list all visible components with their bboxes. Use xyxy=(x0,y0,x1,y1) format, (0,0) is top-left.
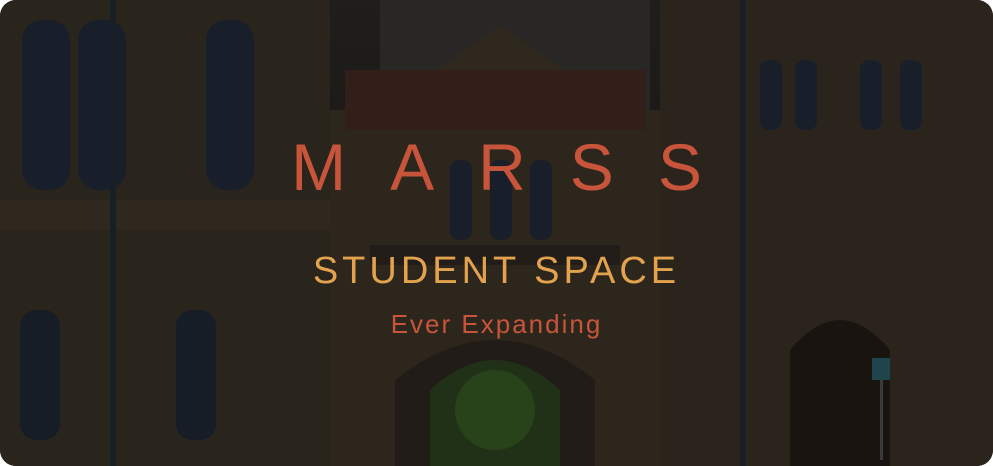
hero-text: MARSS STUDENT SPACE Ever Expanding xyxy=(0,0,993,466)
hero-banner: MARSS STUDENT SPACE Ever Expanding xyxy=(0,0,993,466)
hero-tagline: Ever Expanding xyxy=(390,309,603,339)
hero-title: MARSS xyxy=(291,130,746,204)
hero-subtitle: STUDENT SPACE xyxy=(312,250,681,292)
